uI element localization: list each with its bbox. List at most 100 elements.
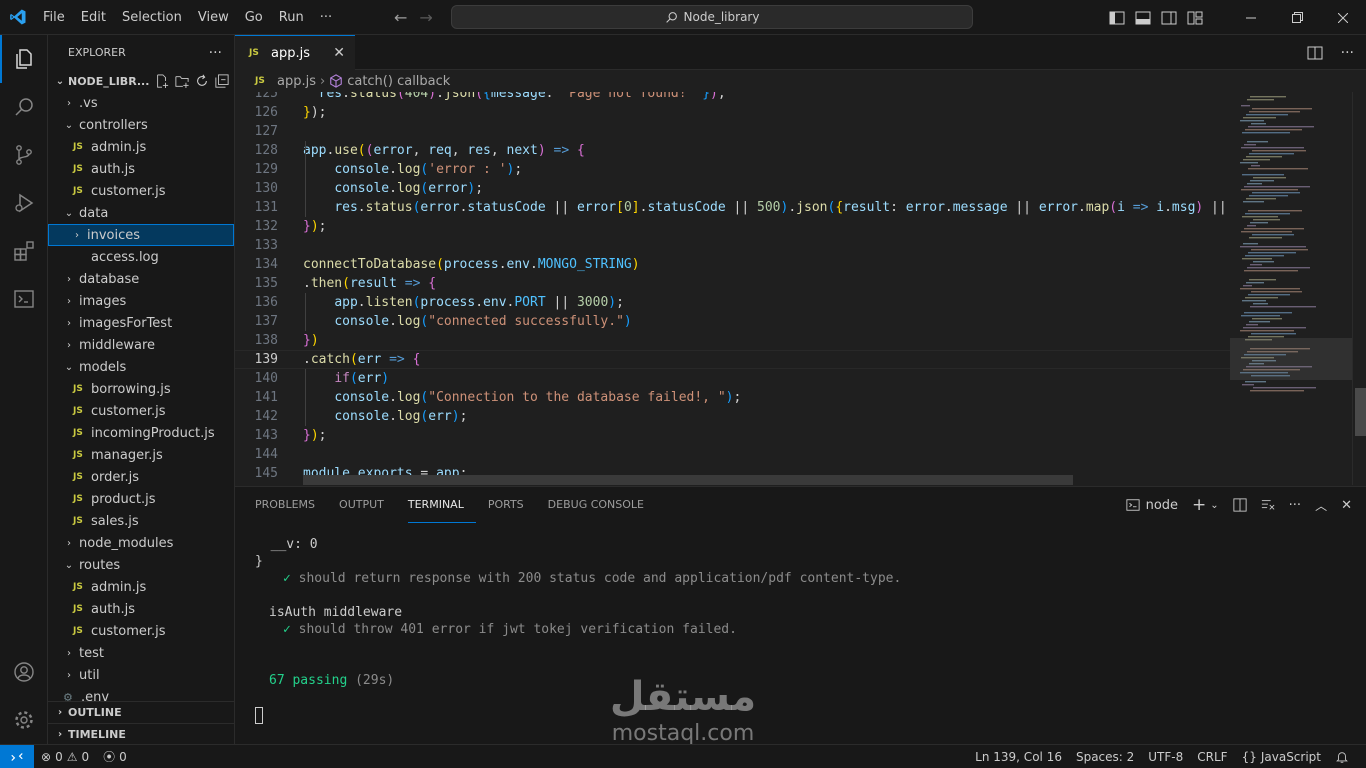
tree-folder[interactable]: › util [48, 664, 234, 686]
tree-folder[interactable]: › invoices [48, 224, 234, 246]
notifications-bell-icon[interactable] [1328, 745, 1356, 768]
explorer-icon[interactable] [0, 35, 48, 83]
problems-status[interactable]: ⊗ 0 ⚠ 0 [34, 745, 96, 768]
panel-tab[interactable]: PORTS [488, 487, 536, 523]
tree-folder[interactable]: › images [48, 290, 234, 312]
panel-tab[interactable]: OUTPUT [339, 487, 396, 523]
chevron-down-icon[interactable]: ⌄ [1210, 500, 1218, 511]
menu-item[interactable]: Edit [73, 0, 114, 35]
terminal-name[interactable]: node [1146, 498, 1178, 513]
editor-more-actions-icon[interactable]: ··· [1341, 45, 1354, 61]
command-center-search[interactable]: Node_library [451, 5, 973, 29]
maximize-panel-icon[interactable]: ︿ [1315, 497, 1327, 514]
tree-folder[interactable]: ⌄ models [48, 356, 234, 378]
tree-file[interactable]: JS manager.js [48, 444, 234, 466]
collapse-all-icon[interactable] [215, 74, 229, 88]
horizontal-scrollbar[interactable] [303, 475, 1073, 485]
more-actions-icon[interactable]: ··· [209, 45, 222, 61]
minimap-slider[interactable] [1230, 338, 1352, 380]
vertical-scrollbar[interactable] [1352, 92, 1366, 485]
minimize-button[interactable] [1228, 0, 1274, 35]
code-token: ) [381, 371, 390, 386]
tree-file[interactable]: JS admin.js [48, 136, 234, 158]
run-debug-icon[interactable] [0, 179, 48, 227]
tree-folder[interactable]: ⌄ controllers [48, 114, 234, 136]
tab-app-js[interactable]: JS app.js ✕ [235, 35, 355, 70]
tree-file[interactable]: JS customer.js [48, 400, 234, 422]
minimap[interactable] [1230, 92, 1352, 485]
indentation[interactable]: Spaces: 2 [1069, 745, 1141, 768]
tree-folder[interactable]: › middleware [48, 334, 234, 356]
close-tab-icon[interactable]: ✕ [333, 45, 345, 61]
remote-indicator-icon[interactable] [0, 745, 34, 768]
js-file-icon: JS [73, 626, 83, 636]
tree-file[interactable]: JS incomingProduct.js [48, 422, 234, 444]
end-of-line[interactable]: CRLF [1190, 745, 1234, 768]
breadcrumb-file[interactable]: app.js [277, 74, 316, 89]
menu-item[interactable]: ··· [312, 0, 340, 35]
menu-item[interactable]: File [35, 0, 73, 35]
tree-folder[interactable]: › .vs [48, 92, 234, 114]
cursor-position[interactable]: Ln 139, Col 16 [968, 745, 1069, 768]
panel-more-icon[interactable]: ··· [1289, 498, 1301, 513]
menu-item[interactable]: View [190, 0, 237, 35]
scrollbar-thumb[interactable] [1355, 388, 1366, 436]
terminal-view-icon[interactable] [0, 275, 48, 323]
new-file-icon[interactable] [155, 74, 169, 88]
outline-section-header[interactable]: › OUTLINE [48, 701, 234, 723]
code-token: . [303, 352, 311, 367]
split-editor-icon[interactable] [1307, 46, 1323, 60]
tree-file[interactable]: JS admin.js [48, 576, 234, 598]
refresh-icon[interactable] [195, 74, 209, 88]
tree-file[interactable]: JS auth.js [48, 158, 234, 180]
menu-item[interactable]: Run [271, 0, 312, 35]
extensions-icon[interactable] [0, 227, 48, 275]
restore-button[interactable] [1274, 0, 1320, 35]
encoding[interactable]: UTF-8 [1141, 745, 1190, 768]
toggle-secondary-sidebar-icon[interactable] [1156, 0, 1182, 35]
forward-arrow-icon[interactable]: → [419, 8, 432, 27]
source-control-icon[interactable] [0, 131, 48, 179]
code-token: ) [310, 219, 319, 234]
split-terminal-icon[interactable] [1233, 498, 1247, 512]
menu-item[interactable]: Selection [114, 0, 190, 35]
customize-layout-icon[interactable] [1182, 0, 1208, 35]
tree-file[interactable]: JS sales.js [48, 510, 234, 532]
panel-tab[interactable]: DEBUG CONSOLE [548, 487, 656, 523]
new-folder-icon[interactable] [175, 74, 189, 88]
settings-gear-icon[interactable] [0, 696, 48, 744]
new-terminal-icon[interactable]: + [1192, 495, 1206, 515]
code-editor[interactable]: 125 res.status(404).json({message: "Page… [235, 92, 1230, 485]
breadcrumb-symbol[interactable]: catch() callback [347, 74, 450, 89]
tree-file[interactable]: JS borrowing.js [48, 378, 234, 400]
tree-file[interactable]: JS auth.js [48, 598, 234, 620]
tree-folder[interactable]: › test [48, 642, 234, 664]
tree-file[interactable]: JS customer.js [48, 180, 234, 202]
close-panel-icon[interactable]: ✕ [1341, 498, 1352, 513]
tree-folder[interactable]: ⌄ routes [48, 554, 234, 576]
tree-file[interactable]: access.log [48, 246, 234, 268]
tree-folder[interactable]: › database [48, 268, 234, 290]
tree-file[interactable]: JS order.js [48, 466, 234, 488]
tree-file[interactable]: JS product.js [48, 488, 234, 510]
panel-tab[interactable]: TERMINAL [407, 487, 476, 523]
tree-folder[interactable]: › node_modules [48, 532, 234, 554]
tree-folder[interactable]: ⌄ data [48, 202, 234, 224]
panel-tab[interactable]: PROBLEMS [255, 487, 327, 523]
timeline-section-header[interactable]: › TIMELINE [48, 723, 234, 744]
kill-terminal-icon[interactable] [1261, 498, 1275, 512]
workspace-folder-header[interactable]: ⌄ NODE_LIBR... [48, 70, 234, 92]
tree-file[interactable]: JS customer.js [48, 620, 234, 642]
close-window-button[interactable] [1320, 0, 1366, 35]
ports-status[interactable]: ⦿ 0 [96, 745, 134, 768]
toggle-sidebar-icon[interactable] [1104, 0, 1130, 35]
tree-folder[interactable]: › imagesForTest [48, 312, 234, 334]
search-icon[interactable] [0, 83, 48, 131]
back-arrow-icon[interactable]: ← [394, 8, 407, 27]
line-number: 128 [254, 143, 278, 158]
menu-item[interactable]: Go [237, 0, 271, 35]
language-mode[interactable]: {} JavaScript [1235, 745, 1328, 768]
account-icon[interactable] [0, 648, 48, 696]
toggle-panel-icon[interactable] [1130, 0, 1156, 35]
